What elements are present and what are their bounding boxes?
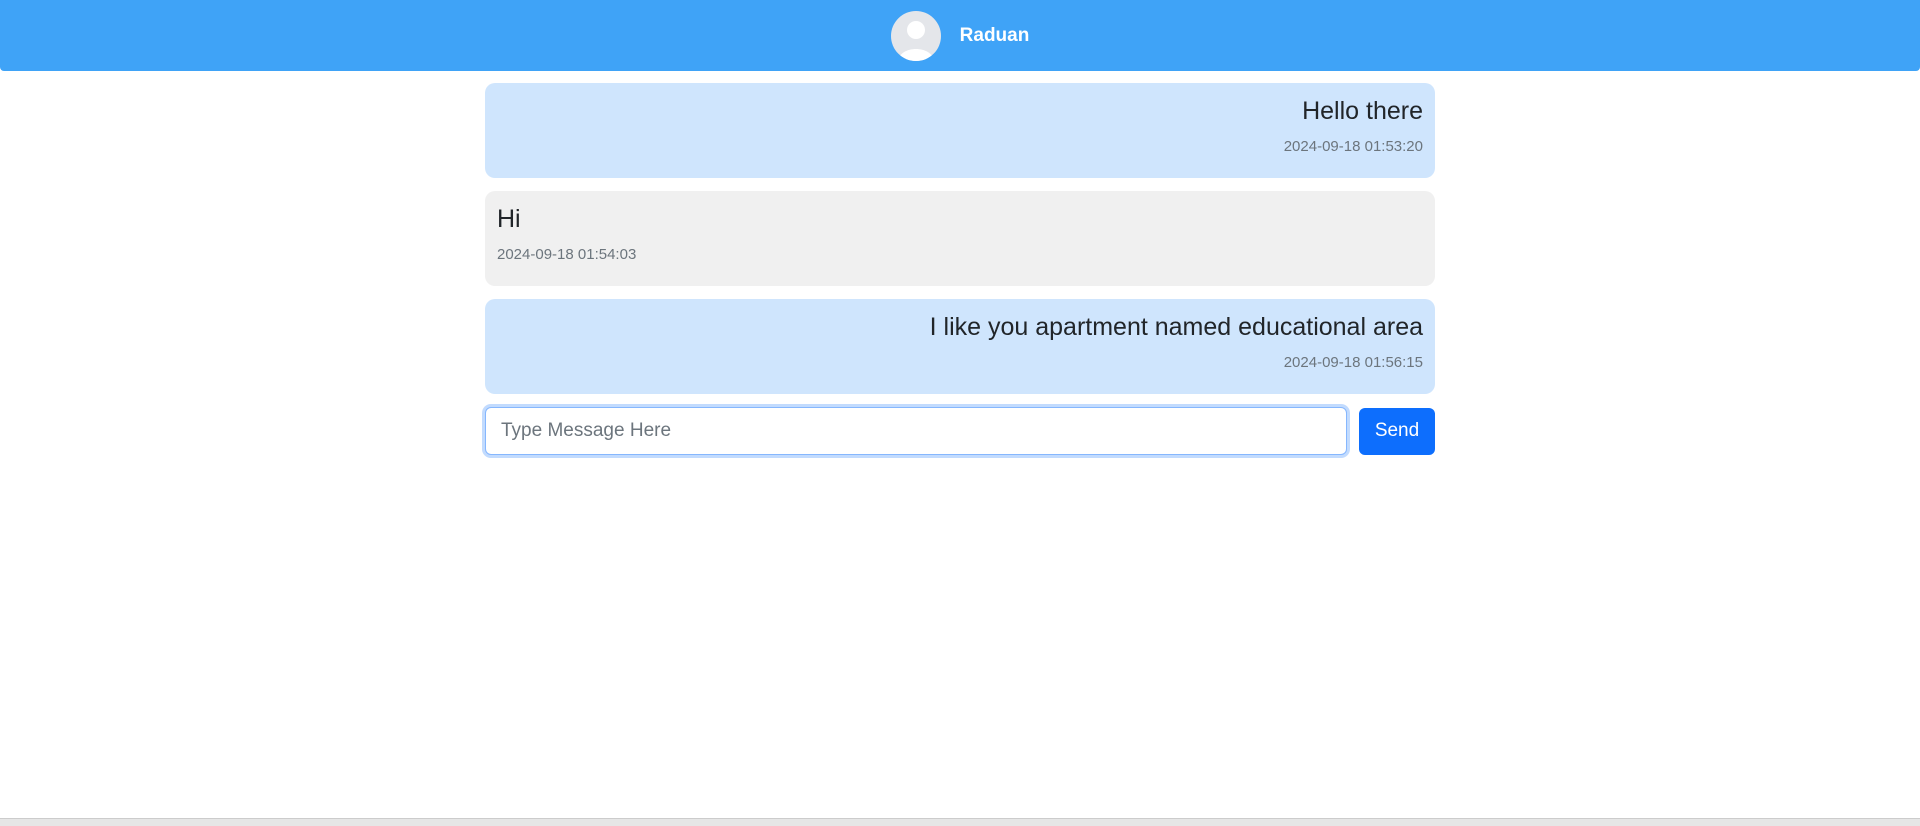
message-sent: I like you apartment named educational a… (485, 299, 1435, 394)
message-composer: Send (485, 407, 1435, 455)
user-avatar-icon (890, 10, 941, 61)
message-text: Hello there (1302, 97, 1423, 125)
send-button[interactable]: Send (1359, 407, 1435, 455)
message-received: Hi 2024-09-18 01:54:03 (485, 191, 1435, 286)
chat-header: Raduan (0, 0, 1920, 71)
chat-thread: Hello there 2024-09-18 01:53:20 Hi 2024-… (485, 83, 1435, 455)
message-text: I like you apartment named educational a… (929, 313, 1423, 341)
message-timestamp: 2024-09-18 01:56:15 (1283, 354, 1423, 371)
message-timestamp: 2024-09-18 01:54:03 (497, 246, 637, 263)
message-text: Hi (497, 205, 521, 233)
contact-name: Raduan (959, 24, 1030, 46)
message-timestamp: 2024-09-18 01:53:20 (1283, 138, 1423, 155)
message-sent: Hello there 2024-09-18 01:53:20 (485, 83, 1435, 178)
message-input[interactable] (485, 407, 1347, 455)
